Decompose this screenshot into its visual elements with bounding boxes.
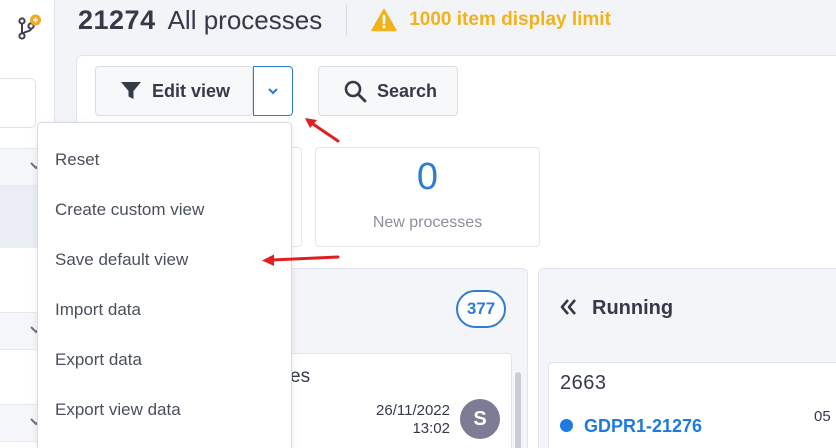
menu-item-export-data[interactable]: Export data — [55, 350, 142, 370]
page-title: All processes — [167, 4, 323, 35]
running-card-number: 2663 — [560, 372, 607, 394]
edit-view-label: Edit view — [152, 80, 231, 101]
process-card-title: es — [290, 366, 311, 387]
menu-item-import-data[interactable]: Import data — [55, 300, 141, 320]
card-time-text: 13:02 — [412, 420, 450, 437]
annotation-arrow-icon — [262, 254, 340, 266]
avatar[interactable]: S — [460, 399, 500, 439]
running-card-side-number: 05 — [814, 408, 831, 425]
edit-view-menu: Reset Create custom view Save default vi… — [37, 122, 292, 448]
edit-view-dropdown-button[interactable] — [253, 66, 293, 116]
new-processes-value: 0 — [416, 156, 439, 198]
menu-item-save-default-view[interactable]: Save default view — [55, 250, 188, 270]
menu-item-create-custom-view[interactable]: Create custom view — [55, 200, 204, 220]
edit-view-button[interactable]: Edit view — [95, 66, 253, 116]
status-dot — [560, 419, 573, 432]
git-branch-icon[interactable] — [14, 14, 42, 42]
running-column-title: Running — [592, 297, 674, 319]
column-scrollbar[interactable] — [515, 372, 521, 448]
card-date-text: 26/11/2022 — [376, 402, 450, 419]
process-id-link[interactable]: GDPR1-21276 — [584, 416, 702, 437]
sidebar-search-input[interactable] — [0, 78, 36, 128]
double-chevron-left-icon[interactable] — [558, 296, 580, 318]
filter-funnel-icon — [121, 82, 141, 99]
search-magnifier-icon — [344, 80, 367, 103]
column-count-badge: 377 — [456, 290, 506, 328]
display-limit-warning: 1000 item display limit — [409, 9, 611, 30]
menu-item-export-view-data[interactable]: Export view data — [55, 400, 181, 420]
warning-triangle-icon — [371, 8, 397, 32]
header-divider — [346, 5, 348, 35]
new-processes-label: New processes — [372, 214, 483, 231]
new-processes-card[interactable]: 0 New processes — [315, 147, 540, 247]
process-card-date: 26/11/2022 13:02 — [350, 402, 450, 438]
search-button[interactable]: Search — [318, 66, 458, 116]
search-label: Search — [377, 80, 438, 101]
annotation-arrow-icon — [305, 118, 340, 143]
process-count: 21274 — [78, 4, 156, 35]
chevron-down-icon — [268, 88, 278, 95]
menu-item-reset[interactable]: Reset — [55, 150, 99, 170]
page-header: 21274 All processes 1000 item display li… — [78, 0, 611, 40]
